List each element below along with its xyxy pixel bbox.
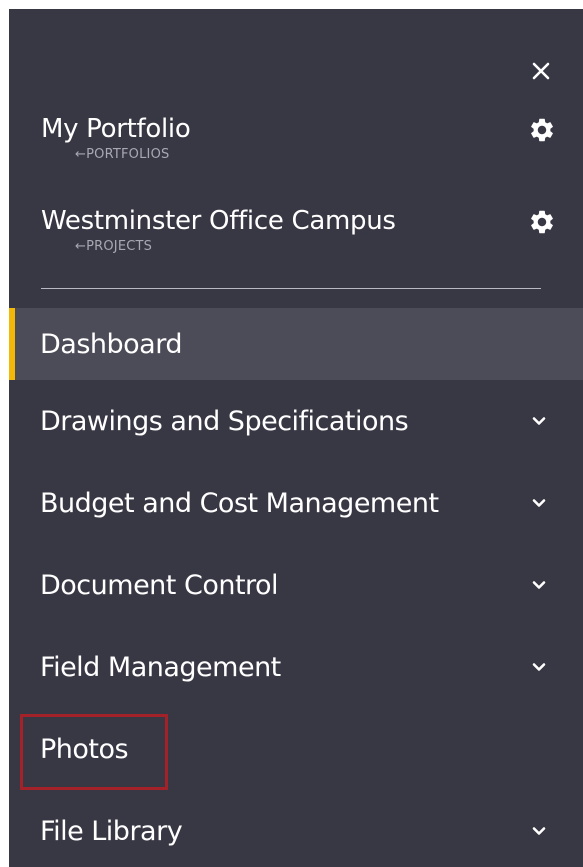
close-icon [532,62,550,80]
portfolio-settings-button[interactable] [527,115,557,145]
chevron-down-icon[interactable] [529,575,549,595]
nav-item-label: Drawings and Specifications [40,405,409,437]
nav-list: Dashboard Drawings and Specifications Bu… [9,308,583,867]
portfolio-context: My Portfolio ←PORTFOLIOS [41,113,557,163]
nav-item-label: Field Management [40,651,281,683]
chevron-down-icon[interactable] [529,411,549,431]
close-button[interactable] [527,57,555,85]
project-context: Westminster Office Campus ←PROJECTS [41,205,557,255]
gear-icon [531,118,553,142]
back-to-portfolios-link[interactable]: ←PORTFOLIOS [75,147,557,163]
back-to-projects-link[interactable]: ←PROJECTS [75,239,557,255]
nav-item-drawings-and-specifications[interactable]: Drawings and Specifications [9,380,583,462]
nav-item-dashboard[interactable]: Dashboard [9,308,583,380]
gear-icon [531,210,553,234]
nav-item-field-management[interactable]: Field Management [9,626,583,708]
active-indicator [9,308,15,380]
navigation-drawer: My Portfolio ←PORTFOLIOS Westminster Off… [9,9,583,867]
nav-item-label: Budget and Cost Management [40,487,439,519]
project-settings-button[interactable] [527,207,557,237]
nav-item-document-control[interactable]: Document Control [9,544,583,626]
nav-item-label: Document Control [40,569,279,601]
nav-item-file-library[interactable]: File Library [9,790,583,867]
project-title[interactable]: Westminster Office Campus [41,205,557,237]
nav-item-label: File Library [40,815,183,847]
nav-item-label: Dashboard [40,328,182,360]
chevron-down-icon[interactable] [529,493,549,513]
portfolio-title[interactable]: My Portfolio [41,113,557,145]
chevron-down-icon[interactable] [529,821,549,841]
nav-item-budget-and-cost-management[interactable]: Budget and Cost Management [9,462,583,544]
nav-item-photos[interactable]: Photos [9,708,583,790]
section-divider [41,288,541,289]
chevron-down-icon[interactable] [529,657,549,677]
nav-item-label: Photos [40,733,129,765]
